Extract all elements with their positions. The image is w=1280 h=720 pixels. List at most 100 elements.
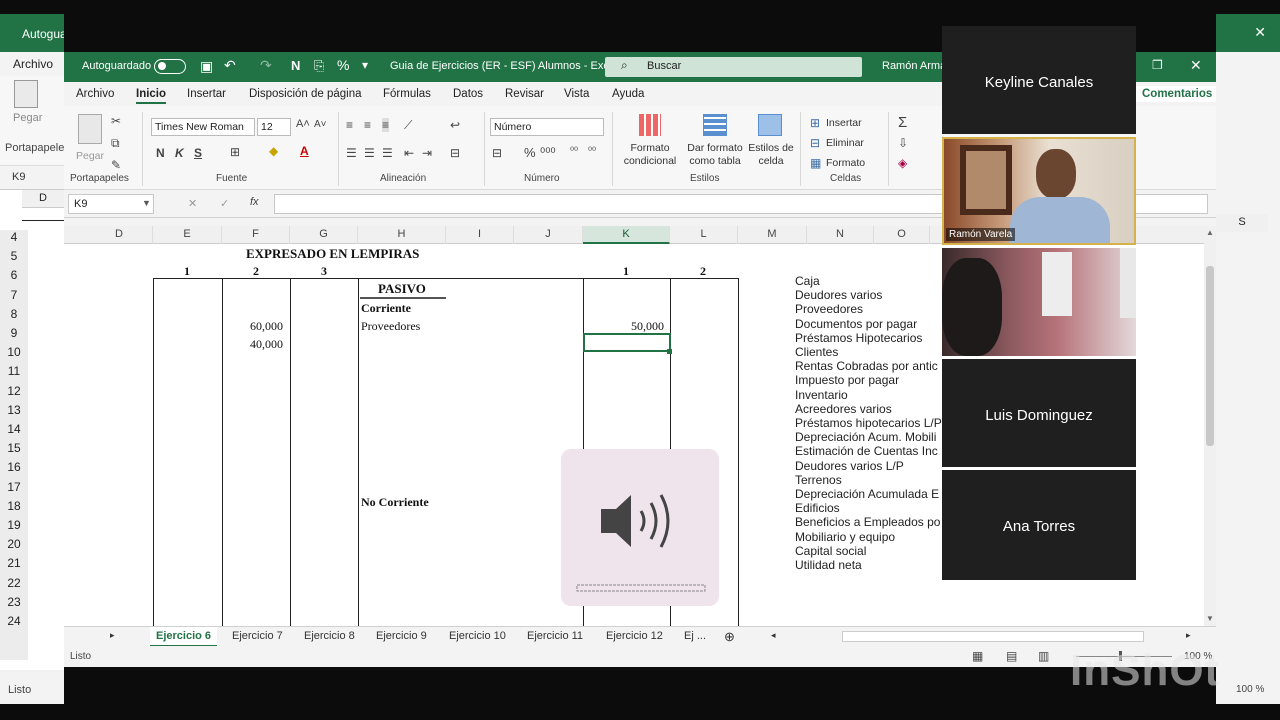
normal-view-icon[interactable]: ▦ [972,649,983,663]
tab-revisar[interactable]: Revisar [505,88,544,100]
conditional-format-button[interactable]: Formato condicional [617,142,683,168]
row-number[interactable]: 19 [0,518,28,532]
font-size-select[interactable]: 12 [257,118,291,136]
col-header[interactable]: G [290,226,358,244]
col-header[interactable]: O [874,226,930,244]
col-header[interactable]: L [670,226,738,244]
fill-handle[interactable] [667,349,672,354]
scroll-right-icon[interactable]: ▸ [1186,630,1191,641]
undo-icon[interactable]: ↶ [224,57,236,74]
align-left-icon[interactable]: ☰ [346,146,357,160]
enter-icon[interactable]: ✓ [220,197,229,210]
wrap-text-icon[interactable]: ↩ [450,118,460,132]
col-header[interactable]: M [738,226,807,244]
cancel-icon[interactable]: ✕ [188,197,197,210]
participant-video[interactable]: Ramón Varela [942,137,1136,245]
col-header[interactable]: D [86,226,153,244]
col-header-selected[interactable]: K [583,226,670,244]
format-painter-icon[interactable]: ✎ [111,158,121,172]
orientation-icon[interactable]: ⟋ [404,118,412,133]
row-number[interactable]: 6 [0,268,28,282]
scroll-left-icon[interactable]: ◂ [771,630,776,641]
fill-color-icon[interactable]: ◆ [269,144,278,158]
cell-f9[interactable]: 40,000 [250,337,283,352]
sheet-tab[interactable]: Ejercicio 12 [606,630,663,642]
italic-button[interactable]: K [175,146,184,160]
align-bottom-icon[interactable]: ≡ [382,118,390,132]
delete-cells-icon[interactable]: ⊟ [810,136,820,150]
align-top-icon[interactable]: ≡ [346,118,353,132]
delete-cells-button[interactable]: Eliminar [826,137,864,150]
tab-disposicion[interactable]: Disposición de página [249,88,362,100]
row-number[interactable]: 4 [0,230,28,244]
bold-quick-icon[interactable]: N [291,58,300,73]
sheet-tab-ejercicio-6[interactable]: Ejercicio 6 [150,627,218,647]
redo-icon[interactable]: ↷ [260,57,272,74]
format-as-table-icon[interactable] [703,114,727,136]
row-number[interactable]: 7 [0,288,28,302]
function-icon[interactable]: fx [250,196,259,208]
percent-icon[interactable]: % [524,145,536,160]
participant-video[interactable] [942,248,1136,356]
col-header[interactable]: H [358,226,446,244]
indent-icon[interactable]: ⇤ [404,146,414,160]
cell-f8[interactable]: 60,000 [250,319,283,334]
align-right-icon[interactable]: ☰ [382,146,393,160]
tab-insertar[interactable]: Insertar [187,88,226,100]
participant-tile[interactable]: Luis Dominguez [942,359,1136,467]
row-number[interactable]: 11 [0,364,28,378]
shrink-font-icon[interactable]: A˅ [314,119,327,130]
namebox-dropdown-icon[interactable]: ▼ [142,198,151,208]
cell-styles-icon[interactable] [758,114,782,136]
percent-quick-icon[interactable]: % [337,57,349,73]
customize-icon[interactable]: ▾ [362,58,368,72]
comma-icon[interactable]: ⁰⁰⁰ [540,145,556,161]
col-header[interactable]: E [153,226,222,244]
merge-icon[interactable]: ⊟ [450,146,460,160]
sheet-tab[interactable]: Ej ... [684,630,706,642]
currency-icon[interactable]: ⊟ [492,146,502,160]
paste-button[interactable]: Pegar [76,150,104,163]
col-header[interactable]: F [222,226,290,244]
align-center-icon[interactable]: ☰ [364,146,375,160]
row-number[interactable]: 21 [0,556,28,570]
participant-tile[interactable]: Ana Torres [942,470,1136,580]
row-number[interactable]: 10 [0,345,28,359]
scroll-up-icon[interactable]: ▲ [1206,228,1214,237]
search-box[interactable]: ⌕ Buscar [605,57,862,77]
conditional-format-icon[interactable] [639,114,661,136]
row-number[interactable]: 17 [0,480,28,494]
paste-icon[interactable] [78,114,102,144]
font-name-select[interactable]: Times New Roman [151,118,255,136]
vertical-scroll-thumb[interactable] [1206,266,1214,446]
row-number[interactable]: 8 [0,307,28,321]
sheet-tab[interactable]: Ejercicio 7 [232,630,283,642]
close-icon[interactable]: ✕ [1190,57,1202,74]
row-number[interactable]: 9 [0,326,28,340]
bold-button[interactable]: N [156,146,165,160]
scroll-down-icon[interactable]: ▼ [1206,614,1214,623]
row-number[interactable]: 24 [0,614,28,628]
fill-icon[interactable]: ⇩ [898,136,908,150]
tab-datos[interactable]: Datos [453,88,483,100]
grow-font-icon[interactable]: A˄ [296,118,310,130]
row-number[interactable]: 18 [0,499,28,513]
row-number[interactable]: 22 [0,576,28,590]
row-number[interactable]: 5 [0,249,28,263]
page-break-icon[interactable]: ▥ [1038,649,1049,663]
next-sheet-icon[interactable]: ▸ [110,630,115,641]
sheet-tab[interactable]: Ejercicio 8 [304,630,355,642]
sheet-tab[interactable]: Ejercicio 9 [376,630,427,642]
decrease-decimal-icon[interactable]: ⁰⁰ [588,146,596,157]
align-middle-icon[interactable]: ≡ [364,118,371,132]
row-number[interactable]: 16 [0,460,28,474]
add-sheet-icon[interactable]: ⊕ [724,629,735,645]
tab-inicio[interactable]: Inicio [136,88,167,104]
cut-icon[interactable]: ✂ [111,114,121,128]
row-number[interactable]: 23 [0,595,28,609]
save-icon[interactable]: ▣ [200,58,213,75]
tab-archivo[interactable]: Archivo [76,88,114,100]
col-header[interactable]: N [807,226,874,244]
outdent-icon[interactable]: ⇥ [422,146,432,160]
tab-formulas[interactable]: Fórmulas [383,88,431,100]
